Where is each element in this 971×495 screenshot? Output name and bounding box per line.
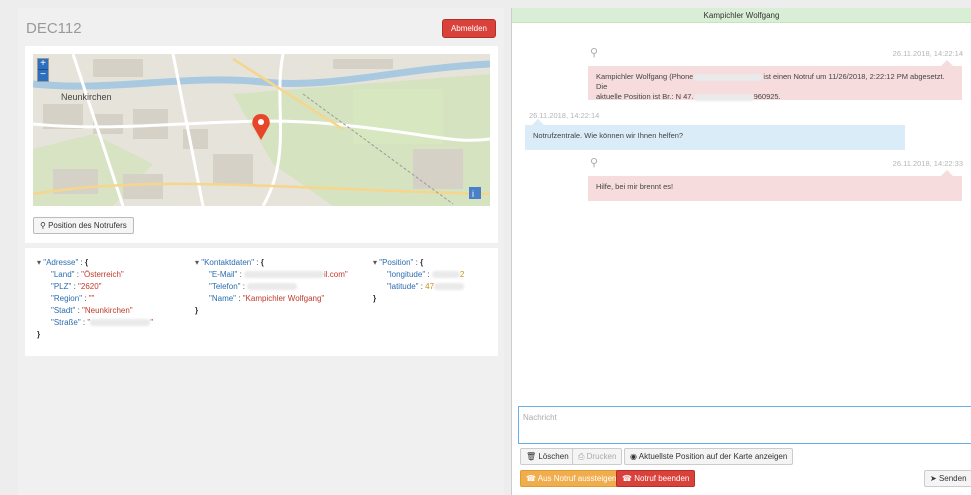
redacted-value [434, 283, 465, 291]
json-key: "Name" [209, 294, 237, 303]
json-key: "E-Mail" [209, 270, 238, 279]
caller-position-button[interactable]: ⚲ Position des Notrufers [33, 217, 134, 234]
json-key: "latitude" [387, 282, 419, 291]
map-pin-icon: ⚲ [40, 221, 46, 230]
logout-button[interactable]: Abmelden [441, 19, 496, 38]
svg-text:i: i [472, 189, 474, 199]
end-call-button[interactable]: ☎ Notruf beenden [616, 470, 696, 487]
print-label: Drucken [586, 452, 617, 461]
trash-icon: 🗑 [526, 452, 537, 461]
json-key: "PLZ" [51, 282, 72, 291]
redacted-text [693, 93, 754, 101]
json-key: "Straße" [51, 318, 81, 327]
caller-data-json: ▾ "Adresse" : { "Land" : "Österreich" "P… [25, 248, 498, 356]
json-key: "Land" [51, 270, 75, 279]
location-pin-icon: ⚲ [590, 47, 599, 59]
leave-call-label: Aus Notruf aussteigen [537, 474, 617, 483]
json-key: "longitude" [387, 270, 426, 279]
json-key: "Adresse" [43, 258, 79, 267]
json-adresse: ▾ "Adresse" : { "Land" : "Österreich" "P… [37, 258, 154, 339]
json-key: "Region" [51, 294, 83, 303]
chat-panel: Kampichler Wolfgang ⚲ 26.11.2018, 14:22:… [511, 8, 971, 495]
message-bubble: Kampichler Wolfgang (Phone ist einen Notr… [588, 66, 962, 101]
print-button[interactable]: ⎙ Drucken [572, 448, 623, 465]
json-position: ▾ "Position" : { "longitude" : 2 "latitu… [373, 258, 465, 303]
message-timestamp: 26.11.2018, 14:22:33 [892, 159, 963, 168]
print-icon: ⎙ [578, 452, 585, 461]
show-position-label: Aktuellste Position auf der Karte anzeig… [638, 452, 788, 461]
end-call-label: Notruf beenden [634, 474, 690, 483]
message-text: Kampichler Wolfgang (Phone [596, 72, 694, 81]
caller-position-label: Position des Notrufers [48, 221, 127, 230]
json-value: 47 [425, 282, 435, 291]
redacted-value [244, 271, 325, 279]
send-icon: ➤ [930, 474, 937, 483]
zoom-control: + − [37, 58, 49, 82]
phone-icon: ☎ [622, 474, 632, 483]
json-value: "Kampichler Wolfgang" [242, 294, 325, 303]
map-view[interactable]: i + − Neunkirchen [33, 54, 490, 206]
send-button[interactable]: ➤ Senden [924, 470, 971, 487]
call-details-panel: DEC112 Abmelden i + − Neunkirchen ⚲ Posi… [18, 8, 504, 495]
redacted-value [431, 271, 460, 279]
json-kontakt: ▾ "Kontaktdaten" : { "E-Mail" : il.com" … [195, 258, 348, 315]
json-value: 2 [459, 270, 465, 279]
json-value: "Österreich" [81, 270, 124, 279]
device-title: DEC112 [26, 20, 82, 37]
json-key: "Position" [379, 258, 414, 267]
map-tiles: i [33, 54, 490, 206]
show-position-button[interactable]: ◉ Aktuellste Position auf der Karte anze… [624, 448, 794, 465]
message-text: aktuelle Position ist Br.: N 47. [596, 92, 694, 101]
panel-header: DEC112 Abmelden [18, 8, 504, 48]
json-value: il.com" [324, 270, 348, 279]
message-text: Hilfe, bei mir brennt es! [596, 182, 674, 191]
message-bubble: Hilfe, bei mir brennt es! [588, 176, 962, 201]
json-key: "Stadt" [51, 306, 76, 315]
send-label: Senden [938, 474, 967, 483]
redacted-value [247, 283, 298, 291]
message-input[interactable]: Nachricht [518, 406, 971, 444]
message-text: 960925. [753, 92, 781, 101]
json-value: "" [88, 294, 95, 303]
leave-call-button[interactable]: ☎ Aus Notruf aussteigen [520, 470, 623, 487]
phone-icon: ☎ [526, 474, 536, 483]
chat-title: Kampichler Wolfgang [512, 8, 971, 23]
globe-icon: ◉ [630, 452, 637, 461]
message-timestamp: 26.11.2018, 14:22:14 [892, 49, 963, 58]
redacted-value [90, 319, 151, 327]
json-value: "Neunkirchen" [82, 306, 133, 315]
map-city-label: Neunkirchen [61, 92, 112, 102]
message-text: Notrufzentrale. Wie können wir Ihnen hel… [533, 131, 684, 140]
map-card: i + − Neunkirchen ⚲ Position des Notrufe… [25, 46, 498, 243]
location-pin-icon: ⚲ [590, 157, 599, 169]
json-key: "Kontaktdaten" [201, 258, 255, 267]
message-bubble: Notrufzentrale. Wie können wir Ihnen hel… [525, 125, 905, 150]
json-value: "2620" [78, 282, 102, 291]
zoom-out-button[interactable]: − [38, 70, 48, 81]
json-key: "Telefon" [209, 282, 241, 291]
delete-button[interactable]: 🗑 Löschen [520, 448, 575, 465]
delete-label: Löschen [538, 452, 569, 461]
redacted-text [693, 73, 764, 81]
